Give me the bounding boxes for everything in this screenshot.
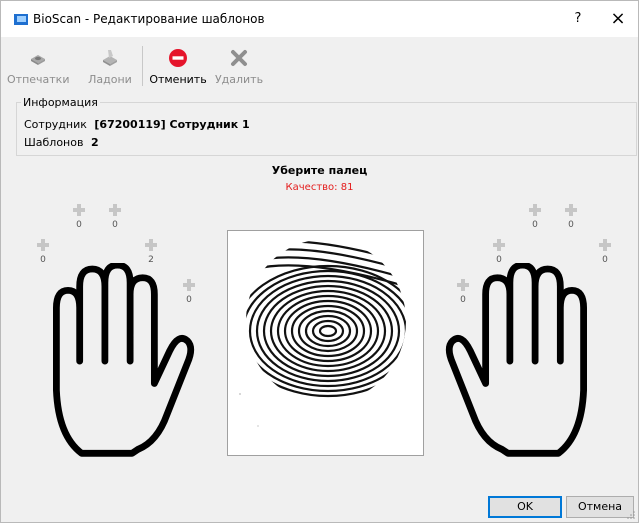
plus-icon: [493, 239, 505, 251]
right-middle-finger-add[interactable]: 0: [528, 203, 542, 230]
delete-button[interactable]: Удалить: [213, 42, 265, 88]
employee-label: Сотрудник: [24, 118, 87, 131]
left-ring-finger-add[interactable]: 0: [72, 203, 86, 230]
window-title: BioScan - Редактирование шаблонов: [33, 12, 265, 26]
dialog-window: BioScan - Редактирование шаблонов ? × От…: [0, 0, 639, 523]
plus-icon: [145, 239, 157, 251]
cancel-action-label: Отменить: [149, 73, 207, 86]
delete-label: Удалить: [214, 73, 264, 86]
cancel-button[interactable]: Отмена: [566, 496, 634, 518]
toolbar-separator: [142, 46, 143, 86]
help-button[interactable]: ?: [558, 3, 598, 35]
right-hand-icon: [445, 263, 587, 457]
ok-button[interactable]: OK: [488, 496, 562, 518]
left-little-finger-add[interactable]: 0: [36, 238, 50, 265]
employee-row: Сотрудник [67200119] Сотрудник 1: [24, 118, 250, 131]
status-title: Уберите палец: [271, 164, 368, 177]
close-button[interactable]: ×: [598, 3, 638, 35]
finger-count: 0: [112, 220, 118, 230]
plus-icon: [529, 204, 541, 216]
right-ring-finger-add[interactable]: 0: [564, 203, 578, 230]
fingerprint-scanner-icon: [31, 55, 45, 65]
right-index-finger-add[interactable]: 0: [492, 238, 506, 265]
quality-text: Качество: 81: [285, 182, 354, 193]
plus-icon: [565, 204, 577, 216]
finger-count: 0: [532, 220, 538, 230]
left-middle-finger-add[interactable]: 0: [108, 203, 122, 230]
fingerprints-label: Отпечатки: [7, 73, 70, 86]
fingerprint-preview: [227, 230, 424, 456]
toolbar: Отпечатки Ладони Отменить Удалить: [1, 38, 638, 90]
resize-grip-icon[interactable]: [626, 510, 636, 520]
palms-button[interactable]: Ладони: [85, 42, 135, 88]
palm-scanner-icon: [103, 50, 117, 66]
employee-value: [67200119] Сотрудник 1: [94, 118, 250, 131]
plus-icon: [73, 204, 85, 216]
finger-count: 0: [76, 220, 82, 230]
plus-icon: [37, 239, 49, 251]
cancel-action-button[interactable]: Отменить: [149, 42, 207, 88]
title-bar: BioScan - Редактирование шаблонов ? ×: [1, 1, 638, 37]
info-legend: Информация: [21, 96, 100, 109]
plus-icon: [109, 204, 121, 216]
templates-row: Шаблонов 2: [24, 136, 99, 149]
fingerprint-image: [228, 231, 423, 455]
palms-label: Ладони: [88, 73, 132, 86]
finger-count: 0: [568, 220, 574, 230]
templates-label: Шаблонов: [24, 136, 84, 149]
left-hand-icon: [53, 263, 195, 457]
app-icon: [14, 14, 28, 25]
left-index-finger-add[interactable]: 2: [144, 238, 158, 265]
fingerprints-button[interactable]: Отпечатки: [7, 42, 69, 88]
templates-value: 2: [90, 136, 99, 149]
plus-icon: [599, 239, 611, 251]
no-entry-icon: [169, 49, 187, 67]
right-little-finger-add[interactable]: 0: [598, 238, 612, 265]
delete-x-icon: [231, 50, 247, 66]
